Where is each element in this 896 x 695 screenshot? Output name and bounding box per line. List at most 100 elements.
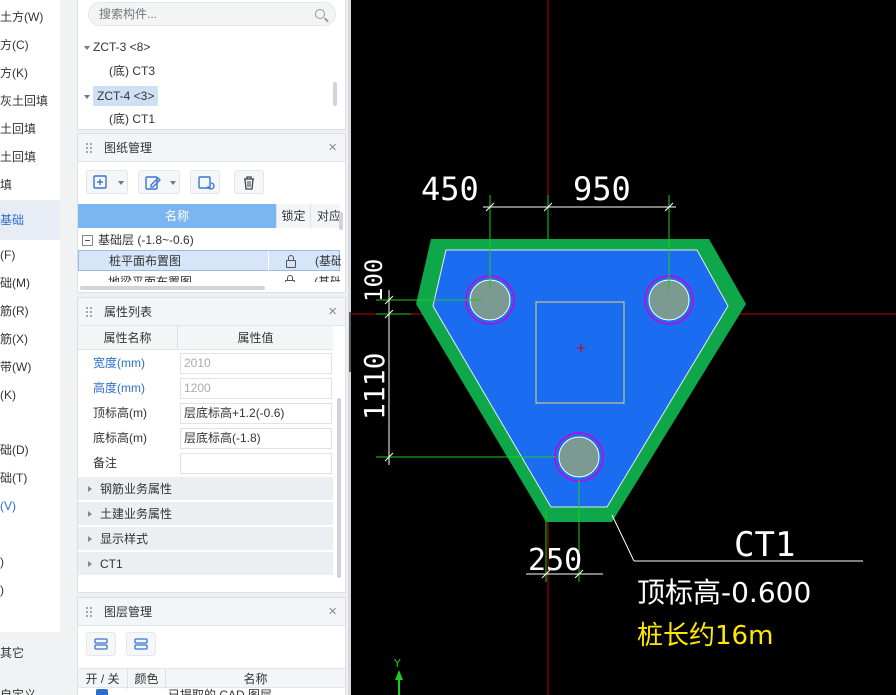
nav-item-custom[interactable]: 自定义 [0,682,60,695]
column-header-mapping[interactable]: 对应 [310,204,340,228]
extract-layers-button[interactable] [126,632,156,656]
column-header-name[interactable]: 名称 [78,204,276,228]
chevron-down-icon[interactable] [84,45,90,50]
drag-handle-icon[interactable] [85,306,93,318]
panel-title: 图纸管理 [104,141,153,155]
drawing-group-row[interactable]: 基础层 (-1.8~-0.6) [78,230,340,250]
ucs-y-label: Y [393,657,401,670]
search-icon[interactable] [315,9,325,19]
panel-header: 图纸管理 × [78,134,345,162]
nav-footer: 其它 自定义 [0,632,60,695]
drawing-table-header: 名称 锁定 对应 [78,204,345,228]
nav-item[interactable]: ) [0,577,60,603]
collapse-icon[interactable] [82,235,93,247]
show-layers-button[interactable] [86,632,116,656]
nav-item[interactable]: 方(K) [0,60,60,86]
nav-item[interactable]: 土方(W) [0,4,60,30]
nav-item-other[interactable]: 其它 [0,640,60,666]
cad-canvas[interactable]: 450 950 100 1110 250 CT1 顶标高-0.600 桩长约16… [351,0,896,695]
nav-item[interactable]: 灰土回填 [0,88,60,114]
trash-icon [244,176,254,190]
refresh-drawing-icon [198,176,215,190]
component-type-nav: 土方(W) 方(C) 方(K) 灰土回填 土回填 土回填 填 基础 (F) 础(… [0,0,60,695]
edit-drawing-button[interactable] [138,170,180,194]
tree-item-zct3[interactable]: ZCT-3 <8> [84,37,150,57]
checkbox[interactable] [96,689,108,695]
pile-length-label: 桩长约16m [637,621,773,651]
drawing-row[interactable]: 地梁平面布置图 (基础 [78,272,340,282]
delete-drawing-button[interactable] [234,170,264,194]
drawing-group-label: 基础层 (-1.8~-0.6) [98,233,194,247]
nav-item[interactable]: 填 [0,172,60,198]
column-header-lock[interactable]: 锁定 [276,204,310,228]
close-icon[interactable]: × [328,298,337,326]
nav-item[interactable]: 础(M) [0,270,60,296]
scrollbar[interactable] [333,82,337,106]
panel-header: 属性列表 × [78,298,345,326]
nav-item[interactable]: (K) [0,382,60,408]
layer-management-panel: 图层管理 × 开 / 关 颜色 名称 已提取的 CAD 图层 [77,597,346,695]
property-group-civil[interactable]: 土建业务属性 [78,502,333,526]
search-input[interactable] [89,3,299,25]
dimension-label: 1110 [358,353,391,420]
property-name: 顶标高(m) [93,406,147,420]
nav-item[interactable]: 础(D) [0,437,60,463]
chevron-down-icon[interactable] [170,181,176,185]
panel-title: 属性列表 [104,305,153,319]
close-icon[interactable]: × [328,598,337,626]
panel-header: 图层管理 × [78,598,345,626]
nav-item[interactable]: (V) [0,493,60,519]
nav-item[interactable]: 土回填 [0,116,60,142]
nav-item[interactable]: ) [0,549,60,575]
horizontal-scrollbar[interactable] [80,286,265,290]
column-header-value: 属性值 [237,331,274,345]
layer-row[interactable]: 已提取的 CAD 图层 [78,687,340,695]
search-box[interactable] [88,2,336,26]
drawing-row-selected[interactable]: 桩平面布置图 (基础 [78,250,341,271]
property-row-width: 宽度(mm) 2010 [78,351,333,376]
scrollbar[interactable] [337,398,341,578]
nav-item[interactable]: 础(T) [0,465,60,491]
tree-item-label: ZCT-3 <8> [93,40,151,54]
close-icon[interactable]: × [328,134,337,162]
tree-item-ct1[interactable]: (底) CT1 [109,109,155,129]
nav-item[interactable]: 带(W) [0,354,60,380]
scrollbar[interactable] [339,212,343,230]
tree-item-zct4[interactable]: ZCT-4 <3> [84,86,159,106]
refresh-drawing-button[interactable] [190,170,220,194]
drag-handle-icon[interactable] [85,142,93,154]
property-group-rebar[interactable]: 钢筋业务属性 [78,477,333,501]
leader-line [611,514,635,562]
dimension-label: 450 [421,170,479,208]
add-drawing-icon [93,175,107,189]
add-drawing-button[interactable] [86,170,128,194]
nav-item[interactable]: (F) [0,242,60,268]
nav-item[interactable]: 筋(R) [0,298,60,324]
drawing-name: 桩平面布置图 [109,251,269,271]
column-header-color: 颜色 [128,669,166,689]
cad-drawing: 450 950 100 1110 250 CT1 顶标高-0.600 桩长约16… [351,0,896,695]
lock-icon[interactable] [285,275,295,282]
property-group-display[interactable]: 显示样式 [78,527,333,551]
drag-handle-icon[interactable] [85,606,93,618]
column-header-property: 属性名称 [78,326,178,350]
layer-table-header: 开 / 关 颜色 名称 [78,668,345,689]
property-name: 宽度(mm) [93,356,145,370]
nav-item[interactable]: 方(C) [0,32,60,58]
property-value-bottom-elevation[interactable]: 层底标高(-1.8) [180,428,332,449]
nav-item[interactable]: 筋(X) [0,326,60,352]
chevron-down-icon[interactable] [84,94,90,99]
dimension-label: 100 [360,259,388,302]
drawing-mapping: (基础 [315,254,341,268]
property-group-ct1[interactable]: CT1 [78,552,333,576]
dimension-label: 950 [573,170,631,208]
nav-item[interactable]: 土回填 [0,144,60,170]
property-value-top-elevation[interactable]: 层底标高+1.2(-0.6) [180,403,332,424]
lock-icon[interactable] [286,255,296,268]
drawing-table: 名称 锁定 对应 基础层 (-1.8~-0.6) 桩平面布置图 (基础 地梁平面… [78,204,345,282]
chevron-down-icon[interactable] [118,181,124,185]
top-elevation-label: 顶标高-0.600 [637,576,811,609]
nav-item-foundation[interactable]: 基础 [0,200,60,240]
property-value-note[interactable] [180,453,332,474]
tree-item-ct3[interactable]: (底) CT3 [109,61,155,81]
